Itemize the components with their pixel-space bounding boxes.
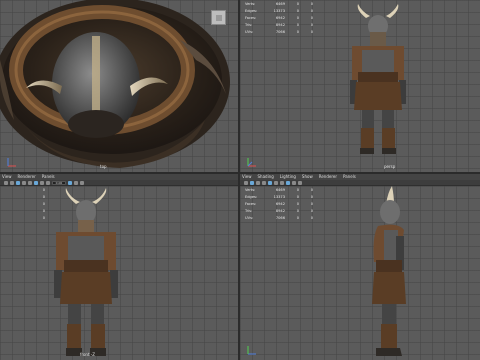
hud-row: Tris: 8942 0 0 (245, 23, 313, 27)
hud-row: Verts: 6469 0 0 (245, 2, 313, 6)
hud-row: 0 (42, 216, 45, 220)
tool-icon[interactable] (46, 180, 50, 185)
hud-row: UVs: 7066 0 0 (245, 30, 313, 34)
axis-gizmo-icon (247, 346, 256, 355)
tool-icon[interactable] (292, 180, 296, 185)
hud-row: Faces: 6942 0 0 (245, 16, 313, 20)
tool-icon[interactable] (10, 180, 14, 185)
hud-row: 0 (42, 202, 45, 206)
tool-icon[interactable] (268, 180, 272, 185)
camera-label-front: front -Z (80, 352, 95, 357)
tool-icon[interactable] (286, 180, 290, 185)
tool-icon[interactable] (262, 180, 266, 185)
tool-icon[interactable] (28, 180, 32, 185)
viewport-divider-vertical[interactable] (238, 0, 240, 360)
tool-icon[interactable] (274, 180, 278, 185)
viewport-divider-horizontal[interactable] (0, 172, 480, 174)
tool-icon[interactable] (34, 180, 38, 185)
tool-icon[interactable] (298, 180, 302, 185)
toolbar-value-field[interactable]: 0.00 (52, 180, 66, 185)
camera-label-persp: persp (384, 164, 396, 169)
tool-icon[interactable] (16, 180, 20, 185)
toolbar-side (240, 180, 480, 186)
tool-icon[interactable] (22, 180, 26, 185)
camera-label-top: top (100, 164, 107, 169)
viewport-top[interactable]: top (0, 0, 238, 172)
viewport-persp[interactable]: Verts: 6469 0 0 Edges: 13373 0 0 Faces: 6942 0 0 … (240, 0, 480, 172)
viewport-front[interactable]: View Renderer Panels 0.00 0 0 0 0 0 fron… (0, 174, 238, 360)
tool-icon[interactable] (40, 180, 44, 185)
hud-row: 0 (42, 209, 45, 213)
toolbar-front: 0.00 (0, 180, 238, 186)
hud-row: Faces: 6942 0 0 (245, 202, 313, 206)
tool-icon[interactable] (4, 180, 8, 185)
hud-row: UVs: 7066 0 0 (245, 216, 313, 220)
tool-icon[interactable] (68, 180, 72, 185)
hud-row: 0 (42, 195, 45, 199)
viewport-side[interactable]: View Shading Lighting Show Renderer Pane… (240, 174, 480, 360)
tool-icon[interactable] (256, 180, 260, 185)
tool-icon[interactable] (250, 180, 254, 185)
top-view-model (0, 0, 230, 168)
hud-row: Tris: 8942 0 0 (245, 209, 313, 213)
tool-icon[interactable] (74, 180, 78, 185)
tool-icon[interactable] (280, 180, 284, 185)
color-swatch-icon[interactable] (211, 10, 226, 25)
hud-stats-front: 0 0 0 0 0 (5, 187, 45, 222)
axis-gizmo-icon (7, 158, 16, 167)
axis-gizmo-icon (247, 158, 256, 167)
hud-row: Edges: 13373 0 0 (245, 195, 313, 199)
hud-stats-persp: Verts: 6469 0 0 Edges: 13373 0 0 Faces: 6942 0 0 … (245, 1, 313, 36)
tool-icon[interactable] (244, 180, 248, 185)
hud-stats-side: Verts: 6469 0 0 Edges: 13373 0 0 Faces: 6942 0 0 … (245, 187, 313, 222)
hud-row: 0 (42, 188, 45, 192)
hud-row: Verts: 6469 0 0 (245, 188, 313, 192)
hud-row: Edges: 13373 0 0 (245, 9, 313, 13)
tool-icon[interactable] (80, 180, 84, 185)
